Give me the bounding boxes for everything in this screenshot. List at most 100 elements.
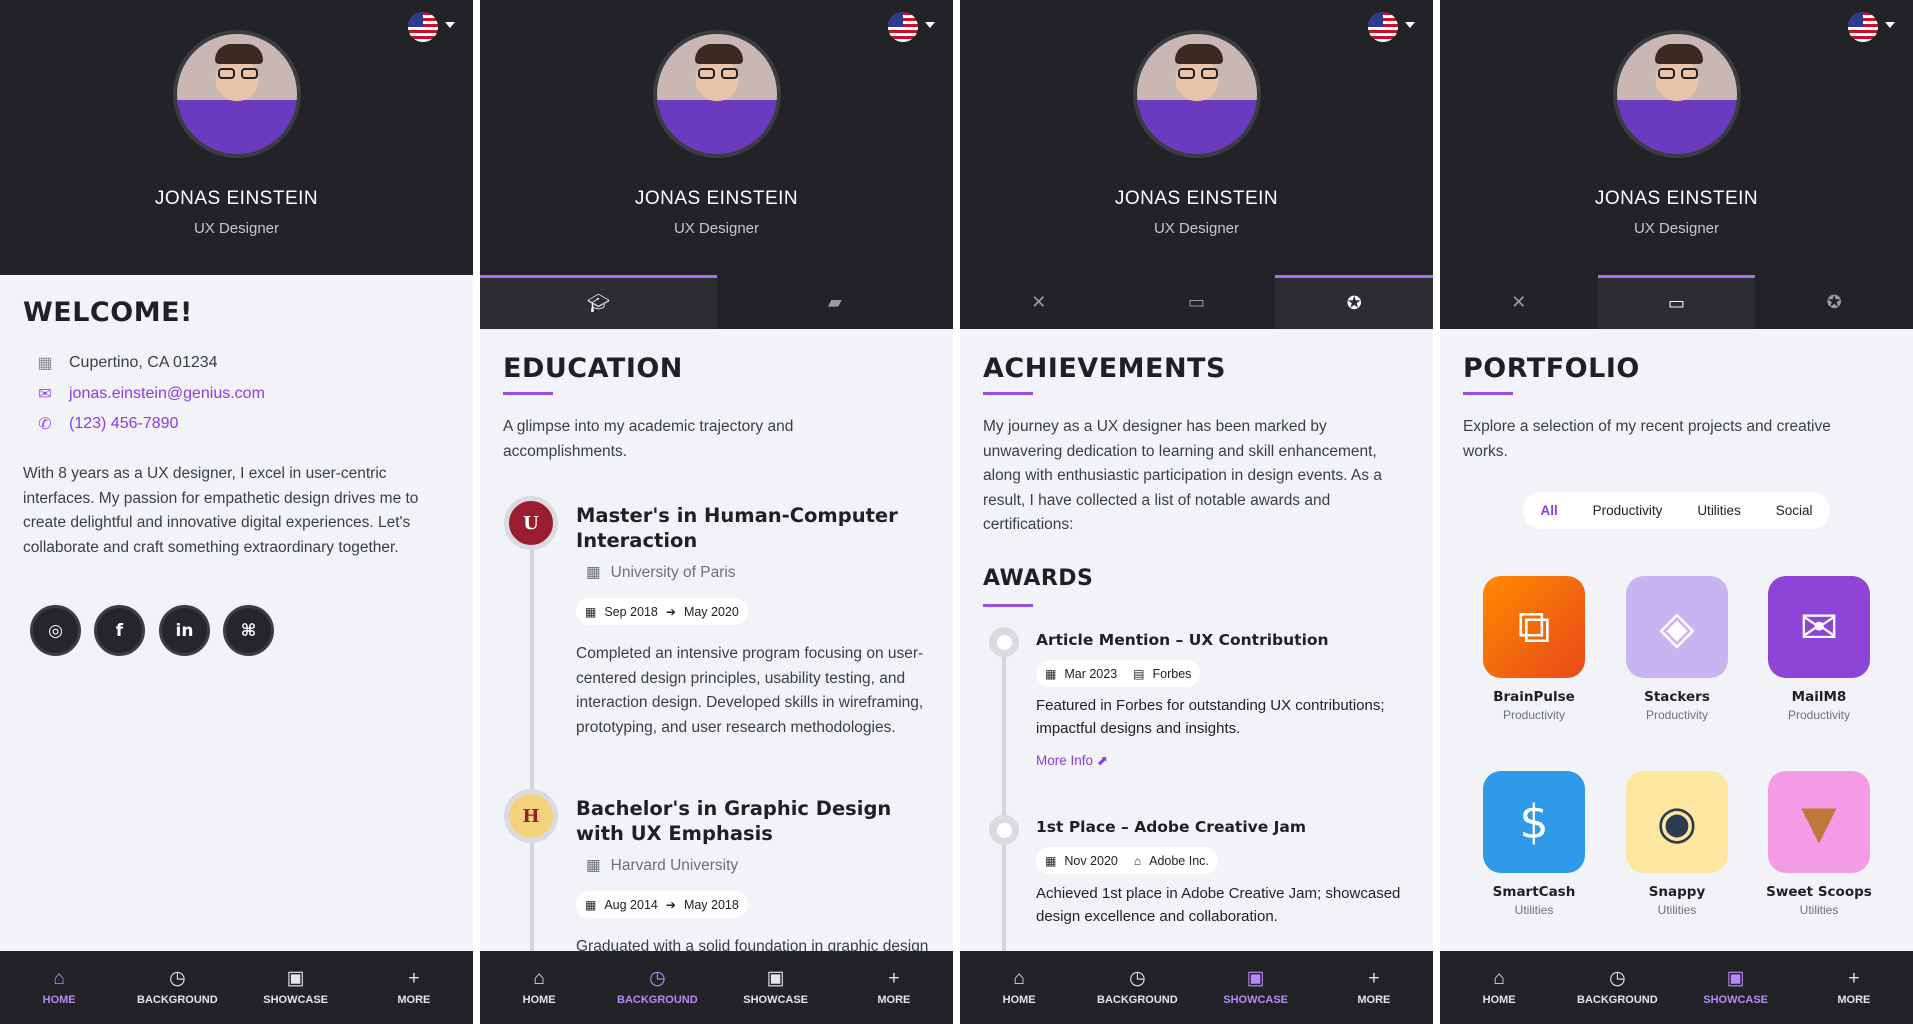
money-bill-icon: $ [1483,771,1585,873]
nav-home-label: HOME [1002,994,1036,1006]
app-name: MailM8 [1791,689,1847,705]
title-underline [983,392,1033,395]
more-info-link[interactable]: More Info ⬈ [1036,753,1108,769]
nav-home[interactable]: ⌂ HOME [489,969,589,1006]
date-range: ▦ Aug 2014 ➔ May 2018 [576,891,748,918]
arrow-right-icon: ➔ [665,897,676,912]
nav-more-label: MORE [1837,994,1871,1006]
app-card[interactable]: ⧉ BrainPulse Productivity [1474,576,1594,722]
date-start: Aug 2014 [604,897,658,912]
nav-more[interactable]: + MORE [1324,969,1424,1006]
avatar [173,30,301,158]
location-text: Cupertino, CA 01234 [69,354,218,371]
nav-showcase[interactable]: ▣ SHOWCASE [246,969,346,1006]
nav-background[interactable]: ◷ BACKGROUND [607,969,707,1006]
tab-education[interactable]: 🎓︎ [480,275,717,329]
contact-phone[interactable]: ✆ (123) 456-7890 [35,414,178,434]
caret-down-icon[interactable] [445,22,455,28]
github-icon[interactable]: ⌘ [223,605,274,656]
nav-background[interactable]: ◷ BACKGROUND [1567,969,1667,1006]
filter-productivity[interactable]: Productivity [1593,503,1663,518]
app-card[interactable]: ◉ Snappy Utilities [1617,771,1737,917]
caret-down-icon[interactable] [1405,22,1415,28]
award-meta: ▦ Nov 2020 ⌂ Adobe Inc. [1036,847,1218,874]
nav-more[interactable]: + MORE [364,969,464,1006]
envelope-icon: ✉ [38,386,52,403]
caret-down-icon[interactable] [925,22,935,28]
filter-utilities[interactable]: Utilities [1697,503,1741,518]
building-flag-icon: ⌂ [1133,853,1142,868]
date-end: May 2018 [683,897,739,912]
tab-skills[interactable]: ✕ [960,275,1118,329]
clock-icon: ◷ [1129,968,1146,989]
us-flag-icon[interactable] [1848,12,1878,42]
home-icon: ⌂ [1493,968,1505,989]
filter-social[interactable]: Social [1776,503,1813,518]
date-range: ▦ Sep 2018 ➔ May 2020 [576,598,748,625]
page-title: ACHIEVEMENTS [983,353,1226,384]
home-icon: ⌂ [1013,968,1025,989]
nav-showcase-label: SHOWCASE [743,994,809,1006]
plus-icon: + [1368,968,1380,989]
tab-portfolio[interactable]: ▭ [1597,275,1756,329]
facebook-icon[interactable]: f [94,605,145,656]
app-card[interactable]: $ SmartCash Utilities [1474,771,1594,917]
linkedin-icon[interactable]: in [159,605,210,656]
bio-text: With 8 years as a UX designer, I excel i… [23,465,419,556]
section-tabs: 🎓︎ ▰ [480,275,953,329]
calendar-icon: ▦ [1045,666,1057,681]
education-title: Bachelor's in Graphic Design with UX Emp… [576,797,892,845]
award-description: Featured in Forbes for outstanding UX co… [1036,697,1385,737]
folder-open-icon: ▭ [1188,291,1206,313]
award-title: 1st Place – Adobe Creative Jam [1036,818,1307,836]
nav-home-label: HOME [1482,994,1516,1006]
nav-background[interactable]: ◷ BACKGROUND [1087,969,1187,1006]
contact-email[interactable]: ✉ jonas.einstein@genius.com [35,384,265,404]
instagram-icon[interactable]: ◎ [30,605,81,656]
date-start: Sep 2018 [604,604,658,619]
nav-more[interactable]: + MORE [844,969,944,1006]
nav-showcase[interactable]: ▣ SHOWCASE [1686,969,1786,1006]
tab-achievements[interactable]: ✪ [1275,275,1433,329]
caret-down-icon[interactable] [1885,22,1895,28]
nav-more-label: MORE [1357,994,1391,1006]
external-link-icon: ⬈ [1096,753,1109,768]
app-card[interactable]: ✉ MailM8 Productivity [1759,576,1879,722]
app-category: Productivity [1645,708,1709,722]
us-flag-icon[interactable] [408,12,438,42]
award-org: Adobe Inc. [1149,853,1209,868]
bottom-nav: ⌂ HOME ◷ BACKGROUND ▣ SHOWCASE + MORE [0,951,473,1024]
section-tabs: ✕ ▭ ✪ [1440,275,1913,329]
nav-home[interactable]: ⌂ HOME [969,969,1069,1006]
home-screen: JONAS EINSTEIN UX Designer WELCOME! ▦ Cup… [0,0,473,1024]
profile-name: JONAS EINSTEIN [1114,188,1279,209]
profile-name: JONAS EINSTEIN [154,188,319,209]
nav-background[interactable]: ◷ BACKGROUND [127,969,227,1006]
briefcase-icon: ▰ [827,291,842,313]
filter-all[interactable]: All [1540,503,1557,518]
app-category: Utilities [1514,903,1554,917]
us-flag-icon[interactable] [888,12,918,42]
images-icon: ▣ [286,968,305,989]
timeline-dot [989,627,1019,657]
nav-showcase[interactable]: ▣ SHOWCASE [1206,969,1306,1006]
nav-home-label: HOME [522,994,556,1006]
school-name: University of Paris [610,563,736,581]
nav-home[interactable]: ⌂ HOME [9,969,109,1006]
app-card[interactable]: ◈ Stackers Productivity [1617,576,1737,722]
us-flag-icon[interactable] [1368,12,1398,42]
section-underline [983,604,1033,607]
phone-link[interactable]: (123) 456-7890 [69,415,178,433]
tab-experience[interactable]: ▰ [717,275,954,329]
app-card[interactable]: ▼ Sweet Scoops Utilities [1759,771,1879,917]
email-link[interactable]: jonas.einstein@genius.com [69,385,265,403]
app-category: Utilities [1657,903,1697,917]
phone-icon: ✆ [38,416,52,433]
nav-more[interactable]: + MORE [1804,969,1904,1006]
nav-showcase[interactable]: ▣ SHOWCASE [726,969,826,1006]
nav-home[interactable]: ⌂ HOME [1449,969,1549,1006]
tab-portfolio[interactable]: ▭ [1118,275,1276,329]
tab-skills[interactable]: ✕ [1440,275,1598,329]
tab-achievements[interactable]: ✪ [1755,275,1913,329]
profile-name: JONAS EINSTEIN [1594,188,1759,209]
